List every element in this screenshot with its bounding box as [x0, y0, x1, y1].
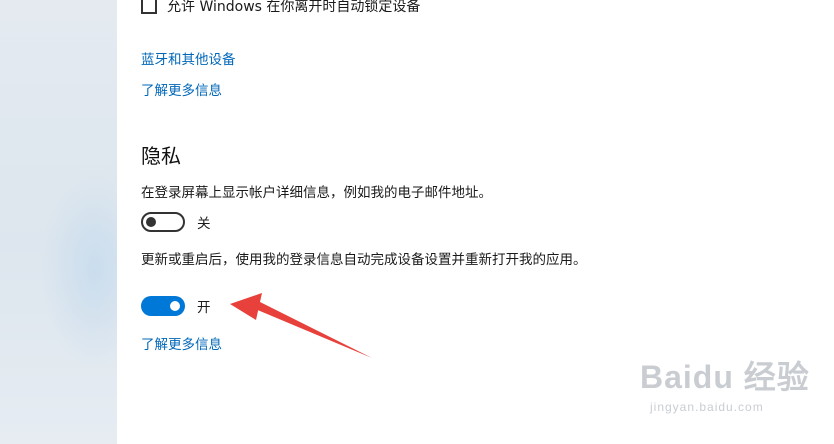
watermark-logo-text: Baidu 经验 — [640, 359, 810, 395]
watermark-url-text: jingyan.baidu.com — [650, 400, 764, 414]
baidu-watermark: Baidu 经验 jingyan.baidu.com — [640, 352, 810, 414]
